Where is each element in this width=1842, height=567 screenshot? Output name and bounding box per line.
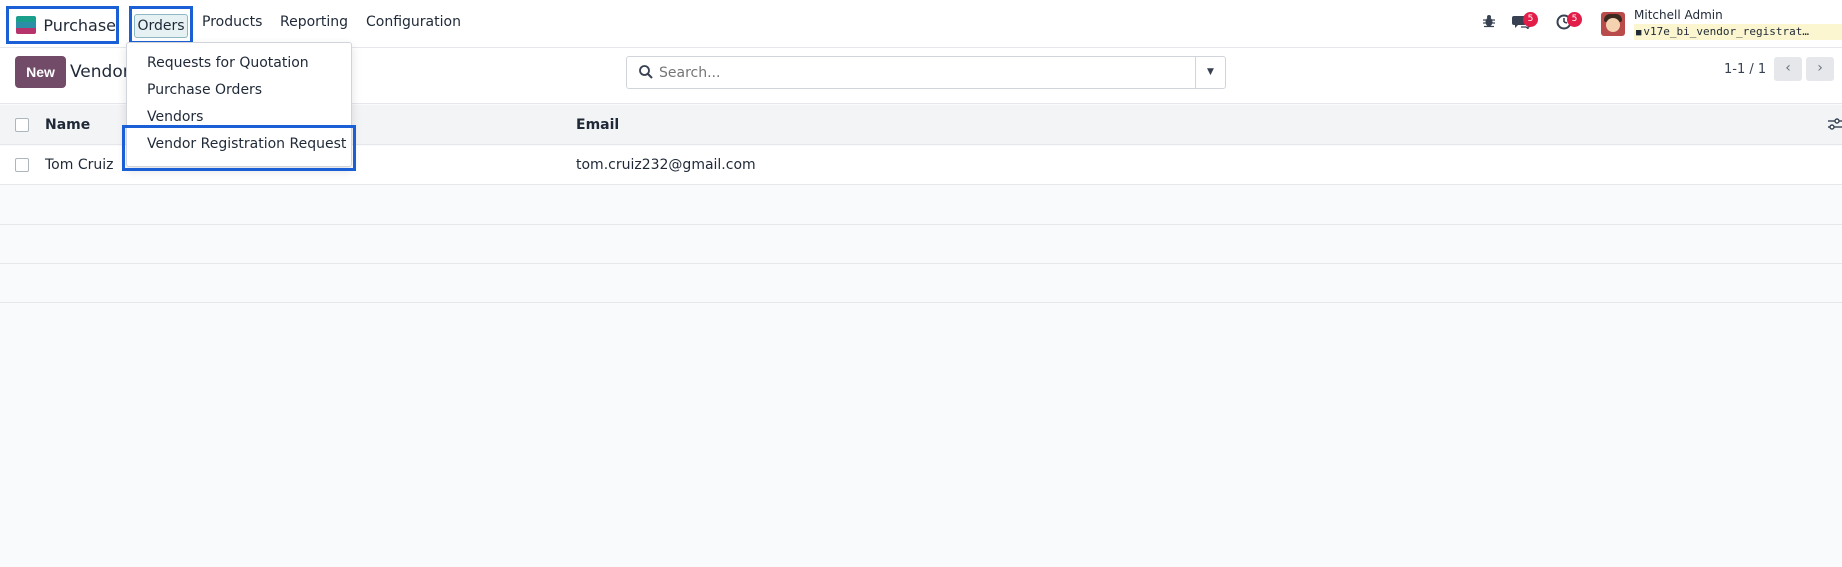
menu-orders[interactable]: Orders: [134, 14, 188, 38]
menu-reporting[interactable]: Reporting: [280, 14, 348, 30]
app-brand-purchase[interactable]: Purchase: [6, 6, 119, 44]
database-name: ■ v17e_bi_vendor_registrat…: [1634, 24, 1842, 40]
empty-row: [0, 186, 1842, 225]
menu-item-requests-for-quotation[interactable]: Requests for Quotation: [147, 55, 309, 71]
bug-icon[interactable]: [1482, 14, 1496, 32]
purchase-app-icon: [16, 16, 37, 34]
optional-columns-icon[interactable]: [1828, 116, 1842, 130]
select-all-checkbox[interactable]: [15, 118, 29, 132]
search-options-toggle[interactable]: ▼: [1195, 57, 1225, 88]
navbar: Purchase Orders Products Reporting Confi…: [0, 0, 1842, 48]
menu-item-vendors[interactable]: Vendors: [147, 109, 203, 125]
cell-email: tom.cruiz232@gmail.com: [576, 157, 756, 173]
menu-configuration[interactable]: Configuration: [366, 14, 461, 30]
empty-row: [0, 264, 1842, 303]
search-icon: [638, 64, 654, 80]
activities-badge: 5: [1567, 12, 1582, 27]
highlight-vendor-registration-request: [122, 125, 356, 171]
pager-previous-button[interactable]: ‹: [1774, 57, 1802, 81]
database-icon: ■: [1636, 28, 1642, 38]
user-avatar[interactable]: [1601, 12, 1625, 36]
breadcrumb: Vendor: [70, 62, 130, 82]
messages-badge: 5: [1523, 12, 1538, 27]
column-header-name[interactable]: Name: [45, 117, 90, 133]
pager-next-button[interactable]: ›: [1806, 57, 1834, 81]
caret-down-icon: ▼: [1207, 67, 1214, 77]
search-bar[interactable]: ▼: [626, 56, 1226, 89]
user-name[interactable]: Mitchell Admin: [1634, 8, 1723, 22]
menu-item-purchase-orders[interactable]: Purchase Orders: [147, 82, 262, 98]
cell-name: Tom Cruiz: [45, 157, 114, 173]
search-input[interactable]: [659, 63, 1179, 83]
menu-products[interactable]: Products: [202, 14, 262, 30]
chevron-left-icon: ‹: [1785, 60, 1791, 76]
column-header-email[interactable]: Email: [576, 117, 619, 133]
pager-value[interactable]: 1-1 / 1: [1724, 62, 1766, 77]
app-name: Purchase: [43, 15, 116, 35]
new-button[interactable]: New: [15, 56, 66, 88]
row-checkbox[interactable]: [15, 158, 29, 172]
chevron-right-icon: ›: [1817, 60, 1823, 76]
empty-row: [0, 225, 1842, 264]
menu-orders-highlight[interactable]: Orders: [129, 6, 193, 44]
